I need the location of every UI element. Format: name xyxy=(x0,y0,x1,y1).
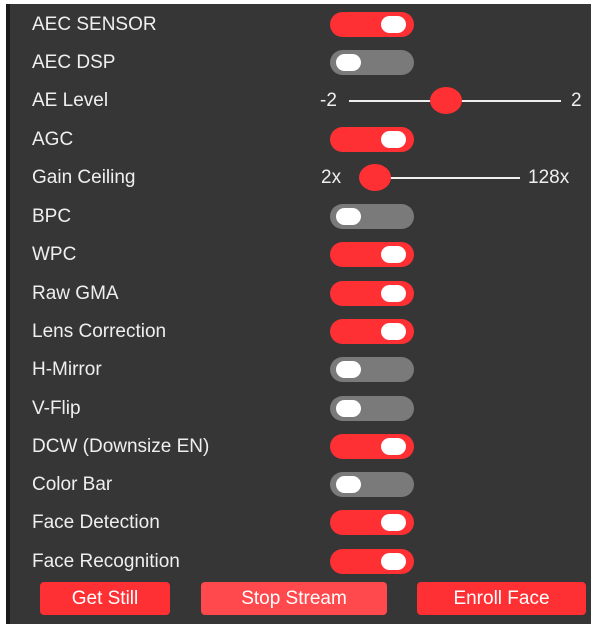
setting-label: AEC SENSOR xyxy=(32,14,157,35)
setting-row-dcw: DCW (Downsize EN) xyxy=(10,430,591,462)
toggle-knob xyxy=(381,285,406,302)
toggle-knob xyxy=(381,131,406,148)
setting-row-bpc: BPC xyxy=(10,200,591,232)
setting-row-h-mirror: H-Mirror xyxy=(10,353,591,385)
setting-row-color-bar: Color Bar xyxy=(10,468,591,500)
setting-row-gain-ceiling: Gain Ceiling 2x 128x xyxy=(10,161,591,193)
dcw-toggle[interactable] xyxy=(330,434,414,459)
lens-correction-toggle[interactable] xyxy=(330,319,414,344)
setting-label: H-Mirror xyxy=(32,359,102,380)
raw-gma-toggle[interactable] xyxy=(330,281,414,306)
face-recognition-toggle[interactable] xyxy=(330,549,414,574)
setting-row-v-flip: V-Flip xyxy=(10,392,591,424)
setting-label: AE Level xyxy=(32,90,109,111)
setting-label: Face Detection xyxy=(32,512,160,533)
stop-stream-button[interactable]: Stop Stream xyxy=(201,582,387,615)
camera-settings-panel: AEC SENSOR AEC DSP AE Level -2 2 AGC Gai… xyxy=(6,4,591,624)
range-min-label: 2x xyxy=(321,167,342,188)
setting-row-wpc: WPC xyxy=(10,238,591,270)
aec-sensor-toggle[interactable] xyxy=(330,12,414,37)
setting-label: WPC xyxy=(32,244,77,265)
toggle-knob xyxy=(381,323,406,340)
ae-level-slider-thumb[interactable] xyxy=(430,87,462,114)
setting-row-ae-level: AE Level -2 2 xyxy=(10,84,591,116)
setting-label: Color Bar xyxy=(32,474,113,495)
toggle-knob xyxy=(336,476,361,493)
agc-toggle[interactable] xyxy=(330,127,414,152)
wpc-toggle[interactable] xyxy=(330,242,414,267)
gain-ceiling-slider-thumb[interactable] xyxy=(359,164,391,191)
toggle-knob xyxy=(336,400,361,417)
enroll-face-button[interactable]: Enroll Face xyxy=(417,582,586,615)
setting-label: Lens Correction xyxy=(32,321,167,342)
setting-row-lens-correction: Lens Correction xyxy=(10,315,591,347)
h-mirror-toggle[interactable] xyxy=(330,357,414,382)
setting-row-face-detection: Face Detection xyxy=(10,506,591,538)
setting-label: Gain Ceiling xyxy=(32,167,136,188)
setting-label: V-Flip xyxy=(32,398,81,419)
toggle-knob xyxy=(336,361,361,378)
color-bar-toggle[interactable] xyxy=(330,472,414,497)
setting-label: AGC xyxy=(32,129,74,150)
range-max-label: 2 xyxy=(571,90,582,111)
setting-label: AEC DSP xyxy=(32,52,116,73)
range-max-label: 128x xyxy=(528,167,570,188)
toggle-knob xyxy=(336,208,361,225)
setting-label: DCW (Downsize EN) xyxy=(32,436,210,457)
setting-label: BPC xyxy=(32,206,72,227)
toggle-knob xyxy=(381,438,406,455)
toggle-knob xyxy=(381,514,406,531)
get-still-button[interactable]: Get Still xyxy=(40,582,170,615)
v-flip-toggle[interactable] xyxy=(330,396,414,421)
setting-label: Raw GMA xyxy=(32,283,119,304)
aec-dsp-toggle[interactable] xyxy=(330,50,414,75)
setting-row-raw-gma: Raw GMA xyxy=(10,277,591,309)
toggle-knob xyxy=(381,553,406,570)
setting-row-aec-dsp: AEC DSP xyxy=(10,46,591,78)
toggle-knob xyxy=(381,246,406,263)
toggle-knob xyxy=(381,16,406,33)
toggle-knob xyxy=(336,54,361,71)
setting-row-face-recognition: Face Recognition xyxy=(10,545,591,577)
setting-row-agc: AGC xyxy=(10,123,591,155)
setting-label: Face Recognition xyxy=(32,551,180,572)
face-detection-toggle[interactable] xyxy=(330,510,414,535)
bpc-toggle[interactable] xyxy=(330,204,414,229)
range-min-label: -2 xyxy=(320,90,337,111)
setting-row-aec-sensor: AEC SENSOR xyxy=(10,8,591,40)
